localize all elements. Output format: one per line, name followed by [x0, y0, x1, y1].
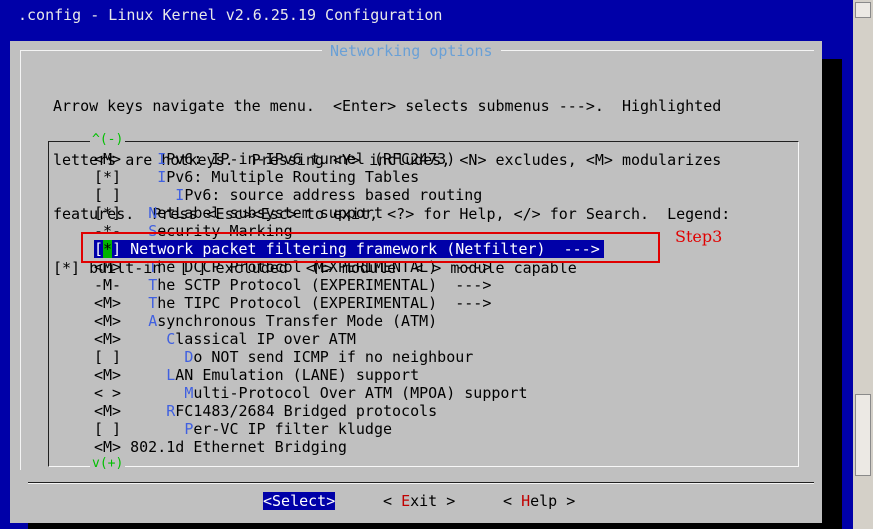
step-annotation-box: [81, 232, 660, 263]
menu-item-indent: [121, 438, 130, 456]
menu-item-label: ulti-Protocol Over ATM (MPOA) support: [193, 384, 528, 402]
menu-item-hotkey: L: [166, 366, 176, 384]
menu-item-state[interactable]: <M>: [94, 330, 121, 348]
select-button[interactable]: <Select>: [263, 492, 336, 510]
menu-item-hotkey: T: [148, 276, 158, 294]
menu-item-label: synchronous Transfer Mode (ATM): [157, 312, 438, 330]
menu-item-label: etLabel subsystem support: [157, 204, 383, 222]
dialog-shadow-bottom: [28, 523, 842, 529]
menu-item-indent: [121, 204, 148, 222]
menu-item[interactable]: -M- The SCTP Protocol (EXPERIMENTAL) ---…: [94, 276, 491, 294]
menu-item[interactable]: [ ] Per-VC IP filter kludge: [94, 420, 392, 438]
menu-item-state[interactable]: [*]: [94, 204, 121, 222]
menu-item-state[interactable]: <M>: [94, 438, 121, 456]
menu-item-hotkey: M: [184, 384, 194, 402]
menu-item-indent: [121, 402, 166, 420]
step-annotation-label: Step3: [675, 227, 723, 246]
scroll-down-indicator[interactable]: v(+): [90, 456, 126, 471]
scrollbar-up-arrow[interactable]: [855, 2, 871, 18]
menu-item-indent: [121, 312, 148, 330]
menu-item-hotkey: R: [166, 402, 176, 420]
menu-item[interactable]: < > Multi-Protocol Over ATM (MPOA) suppo…: [94, 384, 527, 402]
menu-item[interactable]: [ ] IPv6: source address based routing: [94, 186, 482, 204]
menu-item-state[interactable]: [ ]: [94, 186, 121, 204]
scrollbar-thumb[interactable]: [855, 394, 871, 476]
menu-item-indent: [121, 276, 148, 294]
menu-item[interactable]: <M> Classical IP over ATM: [94, 330, 356, 348]
menu-item[interactable]: <M> RFC1483/2684 Bridged protocols: [94, 402, 437, 420]
menu-item[interactable]: <M> LAN Emulation (LANE) support: [94, 366, 419, 384]
menu-item-hotkey: I: [157, 168, 167, 186]
menu-item-hotkey: A: [148, 312, 158, 330]
dialog-title: Networking options: [322, 42, 501, 60]
menu-item[interactable]: <M> Asynchronous Transfer Mode (ATM): [94, 312, 437, 330]
menu-item-label: o NOT send ICMP if no neighbour: [193, 348, 474, 366]
menu-item-hotkey: I: [157, 150, 167, 168]
menu-item[interactable]: <M> The TIPC Protocol (EXPERIMENTAL) ---…: [94, 294, 491, 312]
menu-item-state[interactable]: <M>: [94, 312, 121, 330]
menu-item[interactable]: [ ] Do NOT send ICMP if no neighbour: [94, 348, 473, 366]
menu-item-state[interactable]: -M-: [94, 276, 121, 294]
menu-item-indent: [121, 384, 184, 402]
menu-item-label: he SCTP Protocol (EXPERIMENTAL) --->: [157, 276, 492, 294]
menu-item[interactable]: [*] NetLabel subsystem support: [94, 204, 383, 222]
menu-item-indent: [121, 348, 184, 366]
menu-item-indent: [121, 168, 157, 186]
menu-item-hotkey: N: [148, 204, 158, 222]
scroll-up-indicator[interactable]: ^(-): [90, 132, 126, 147]
exit-hotkey: E: [401, 492, 411, 510]
menu-item-indent: [121, 186, 175, 204]
help-button-rest: elp >: [530, 492, 576, 510]
window-title: .config - Linux Kernel v2.6.25.19 Config…: [18, 6, 443, 24]
menu-item[interactable]: <M> 802.1d Ethernet Bridging: [94, 438, 347, 456]
menu-item-state[interactable]: <M>: [94, 402, 121, 420]
menu-item-state[interactable]: <M>: [94, 294, 121, 312]
dialog-border-left: [20, 50, 21, 470]
menu-item-label: er-VC IP filter kludge: [193, 420, 393, 438]
menu-item-indent: [121, 294, 148, 312]
help-hotkey: H: [521, 492, 531, 510]
button-bar-divider-highlight: [28, 483, 814, 484]
menu-item[interactable]: [*] IPv6: Multiple Routing Tables: [94, 168, 419, 186]
help-line: Arrow keys navigate the menu. <Enter> se…: [53, 97, 722, 115]
help-button[interactable]: < Help >: [503, 492, 575, 510]
menu-item-hotkey: I: [175, 186, 185, 204]
menu-item-indent: [121, 330, 166, 348]
menu-item-label: FC1483/2684 Bridged protocols: [175, 402, 438, 420]
menu-item-state[interactable]: <M>: [94, 150, 121, 168]
menu-item-state[interactable]: [ ]: [94, 348, 121, 366]
dialog-shadow: [822, 59, 842, 529]
menu-item-state[interactable]: < >: [94, 384, 121, 402]
menu-item-hotkey: D: [184, 348, 194, 366]
menu-item-state[interactable]: [*]: [94, 168, 121, 186]
menu-item[interactable]: <M> IPv6: IP-in-IPv6 tunnel (RFC2473): [94, 150, 455, 168]
menu-item-state[interactable]: <M>: [94, 366, 121, 384]
exit-button[interactable]: < Exit >: [383, 492, 455, 510]
menu-item-indent: [121, 150, 157, 168]
menu-item-hotkey: C: [166, 330, 176, 348]
menu-item-label: Pv6: IP-in-IPv6 tunnel (RFC2473): [166, 150, 456, 168]
menu-item-label: AN Emulation (LANE) support: [175, 366, 420, 384]
exit-button-open: <: [383, 492, 402, 510]
menu-item-label: lassical IP over ATM: [175, 330, 356, 348]
menu-item-label: 802.1d Ethernet Bridging: [130, 438, 347, 456]
menu-item-label: Pv6: source address based routing: [184, 186, 483, 204]
exit-button-rest: xit >: [410, 492, 456, 510]
help-button-open: <: [503, 492, 522, 510]
menu-item-label: Pv6: Multiple Routing Tables: [166, 168, 420, 186]
menu-item-label: he TIPC Protocol (EXPERIMENTAL) --->: [157, 294, 492, 312]
menu-item-indent: [121, 366, 166, 384]
menu-item-hotkey: T: [148, 294, 158, 312]
menu-item-indent: [121, 420, 184, 438]
menu-item-state[interactable]: [ ]: [94, 420, 121, 438]
menu-item-hotkey: P: [184, 420, 194, 438]
